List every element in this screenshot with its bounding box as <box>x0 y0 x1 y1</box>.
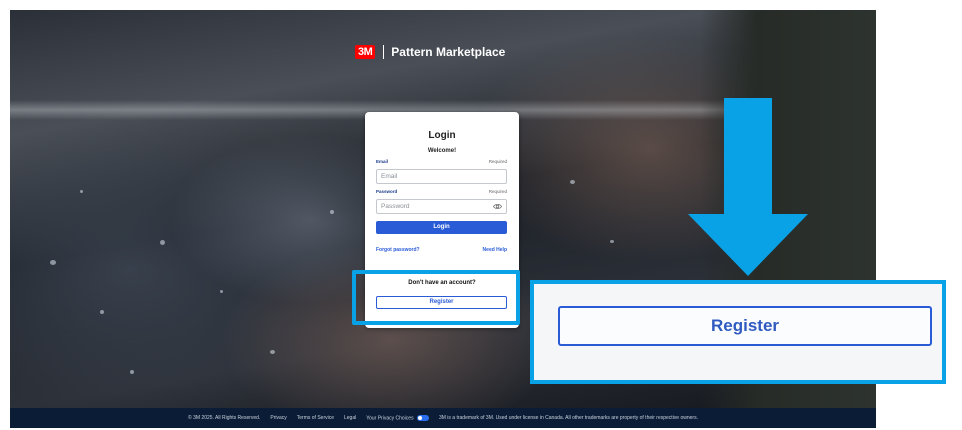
email-placeholder: Email <box>381 173 398 180</box>
footer-trademark: 3M is a trademark of 3M. Used under lice… <box>438 415 698 421</box>
register-highlight-box <box>352 270 520 325</box>
water-drop <box>160 240 165 245</box>
footer: © 3M 2025. All Rights Reserved. Privacy … <box>10 408 876 428</box>
privacy-toggle-icon[interactable] <box>416 414 429 421</box>
footer-legal-link[interactable]: Legal <box>344 415 356 421</box>
water-drop <box>270 350 275 354</box>
footer-privacy-choices[interactable]: Your Privacy Choices <box>366 414 429 422</box>
zoom-callout-panel: Register <box>530 280 946 384</box>
brand-divider <box>383 45 385 59</box>
eye-icon[interactable] <box>493 203 502 210</box>
email-field[interactable]: Email <box>376 169 507 184</box>
brand-name: Pattern Marketplace <box>391 45 506 59</box>
password-required: Required <box>488 189 507 194</box>
forgot-password-link[interactable]: Forgot password? <box>376 247 420 253</box>
water-drop <box>220 290 223 293</box>
water-drop <box>610 240 614 243</box>
email-required: Required <box>488 159 507 164</box>
login-title: Login <box>428 130 456 141</box>
login-button[interactable]: Login <box>376 221 507 234</box>
privacy-choices-label: Your Privacy Choices <box>366 415 414 422</box>
3m-logo: 3M <box>355 45 376 59</box>
brand-header: 3M Pattern Marketplace <box>355 43 505 61</box>
password-placeholder: Password <box>381 203 410 210</box>
password-field[interactable]: Password <box>376 199 507 214</box>
water-drop <box>80 190 83 193</box>
footer-terms-link[interactable]: Terms of Service <box>297 415 334 421</box>
arrow-down-icon <box>688 98 808 276</box>
need-help-link[interactable]: Need Help <box>483 247 507 253</box>
email-label: Email <box>376 159 389 164</box>
water-drop <box>50 260 56 265</box>
water-drop <box>100 310 104 314</box>
register-button-zoomed[interactable]: Register <box>558 306 932 346</box>
footer-copyright: © 3M 2025. All Rights Reserved. <box>188 415 261 421</box>
welcome-text: Welcome! <box>427 148 457 154</box>
water-drop <box>570 180 575 184</box>
password-label: Password <box>376 189 398 194</box>
water-drop <box>130 370 134 374</box>
water-drop <box>330 210 334 214</box>
footer-privacy-link[interactable]: Privacy <box>270 415 286 421</box>
